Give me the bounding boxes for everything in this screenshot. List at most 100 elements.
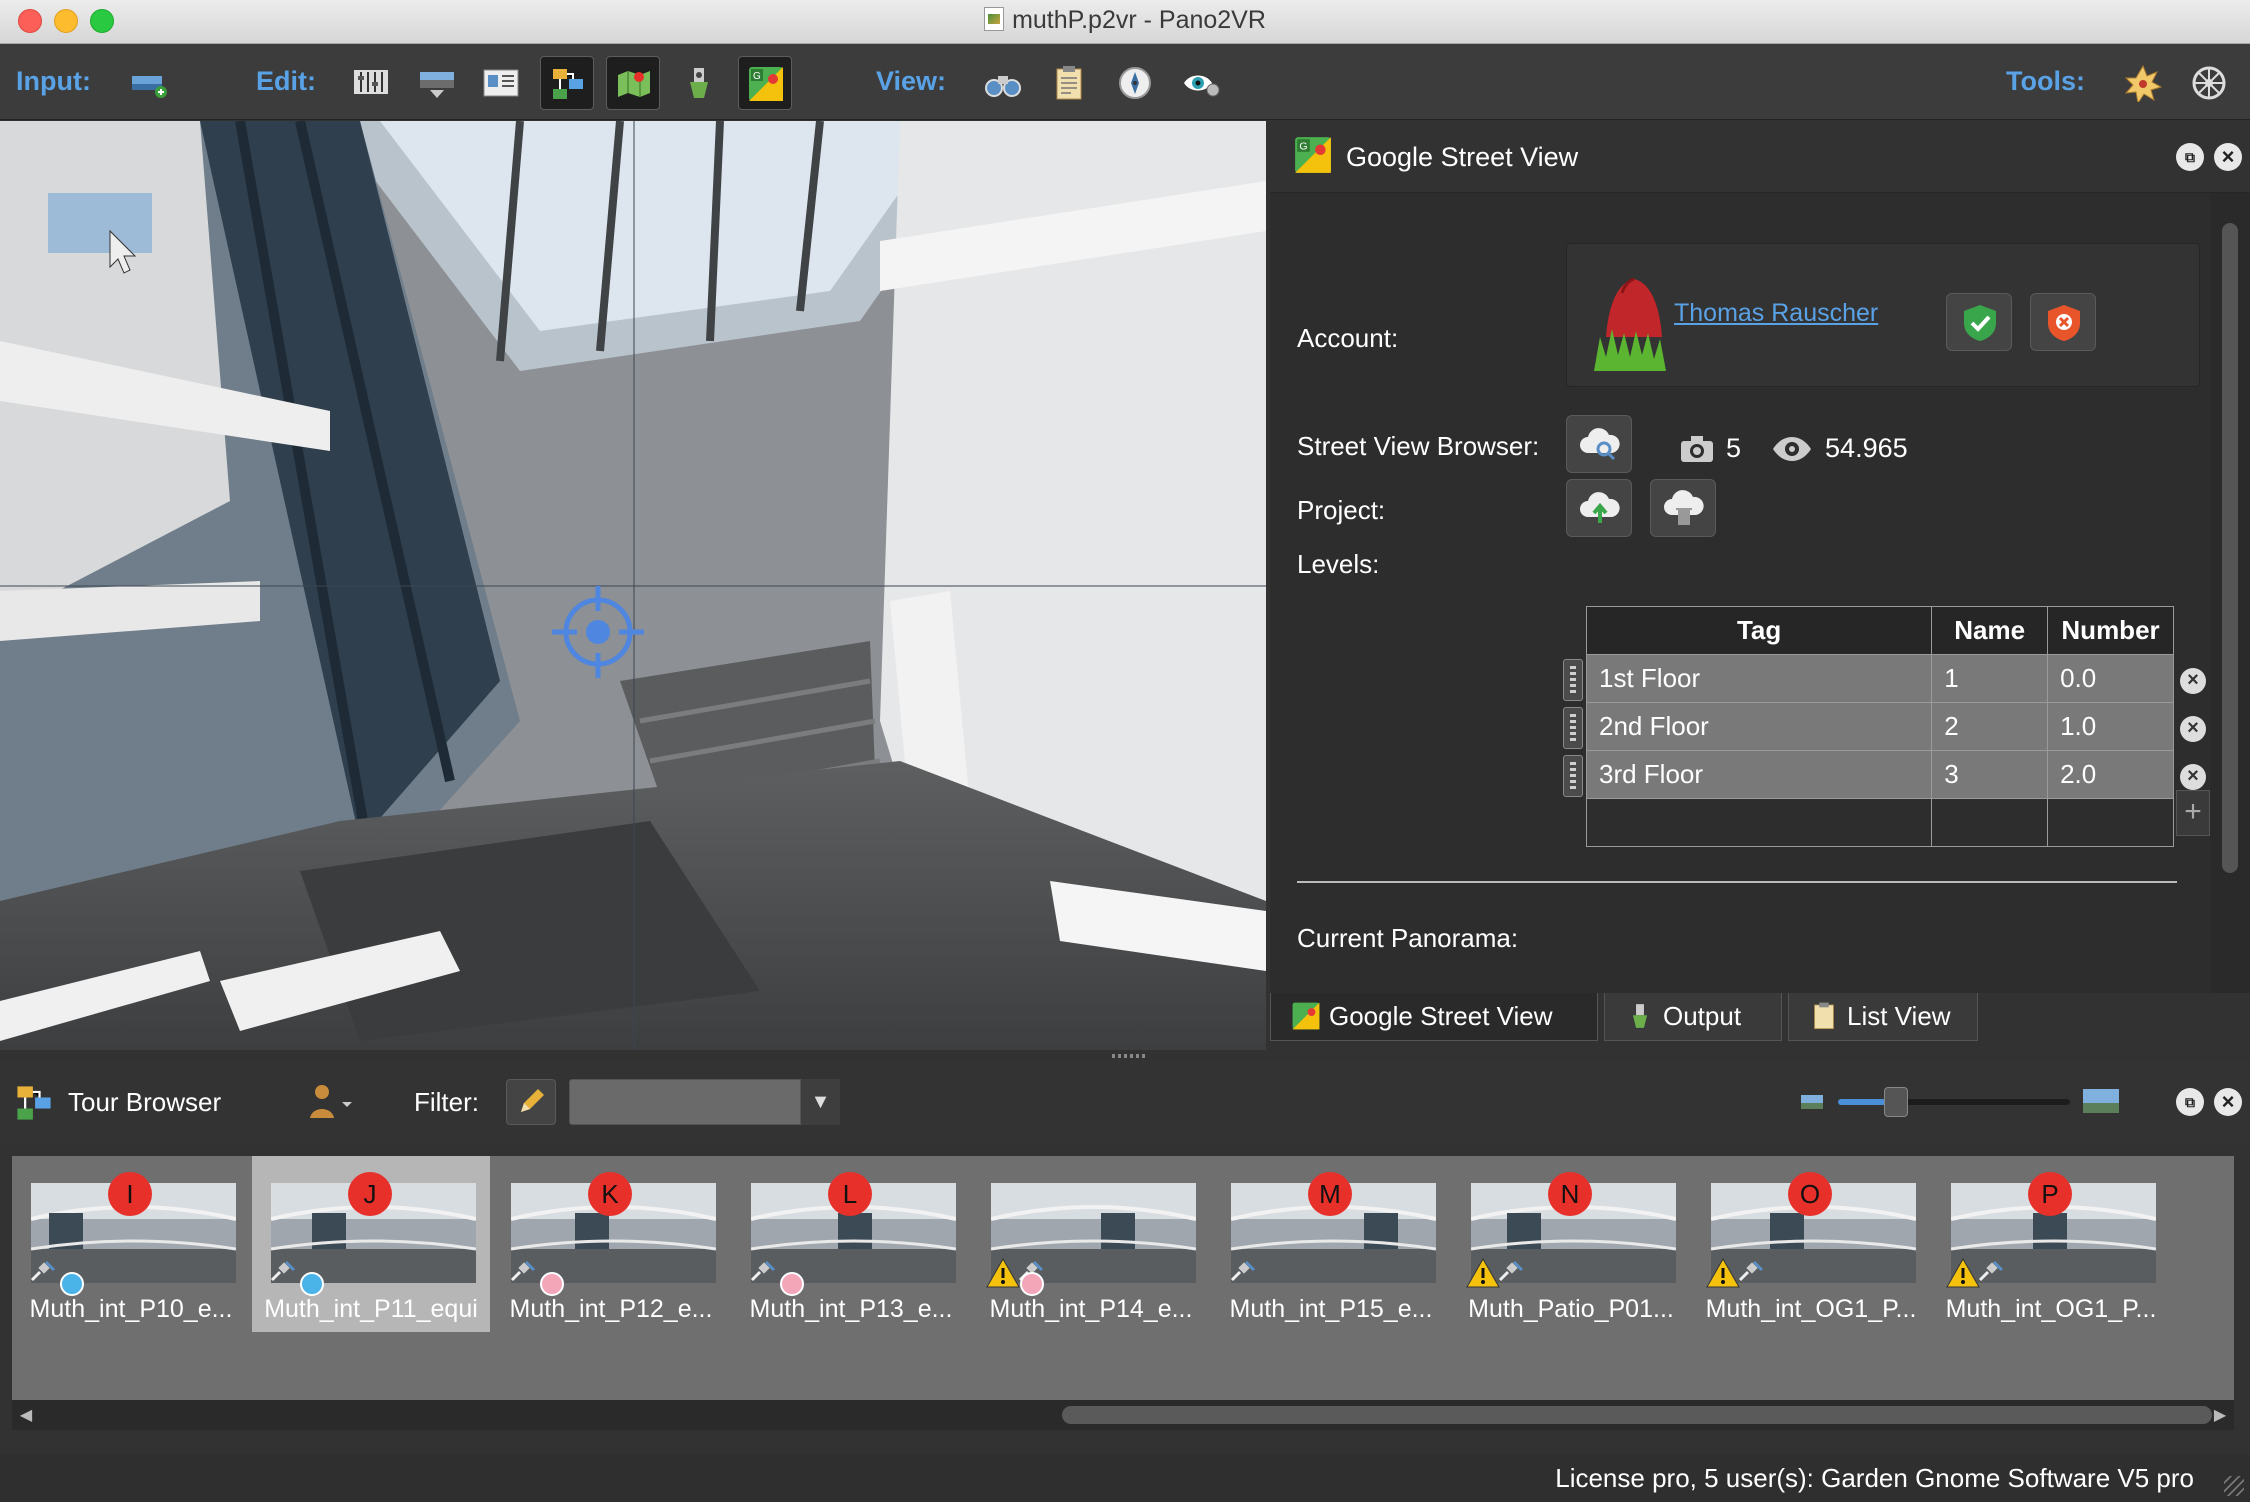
splitter-handle[interactable] — [1112, 1054, 1148, 1058]
close-panel-button[interactable]: × — [2214, 143, 2242, 171]
tab-list-view[interactable]: List View — [1788, 993, 1978, 1041]
cloud-trash-icon — [1664, 490, 1704, 525]
undock-panel-button[interactable]: ⧉ — [2176, 1088, 2204, 1116]
panorama-viewer[interactable] — [0, 121, 1266, 1050]
row-drag-handle[interactable] — [1563, 659, 1583, 701]
eye-gear-icon[interactable] — [1174, 56, 1228, 110]
tour-thumbnail-strip: I Muth_int_P10_e... J Muth_int_P11_equi K Mut… — [12, 1156, 2234, 1400]
slider-knob[interactable] — [1884, 1087, 1908, 1117]
input-label: Input: — [16, 66, 91, 96]
tour-thumbnail[interactable]: N Muth_Patio_P01... — [1452, 1156, 1690, 1332]
output-icon — [1632, 1004, 1648, 1028]
animation-icon[interactable] — [672, 56, 726, 110]
level-empty-cell[interactable] — [2047, 798, 2174, 847]
add-row-button[interactable]: + — [2176, 790, 2210, 836]
satellite-icon — [1978, 1260, 2004, 1282]
tab-google-street-view[interactable]: Google Street View — [1270, 993, 1598, 1041]
tour-thumbnail[interactable]: L Muth_int_P13_e... — [732, 1156, 970, 1332]
thumbnail-label: Muth_int_P10_e... — [29, 1295, 233, 1323]
tour-thumbnail[interactable]: M Muth_int_P15_e... — [1212, 1156, 1450, 1332]
street-view-browser-button[interactable] — [1566, 415, 1632, 473]
properties-icon[interactable] — [474, 56, 528, 110]
svg-text:G: G — [1299, 141, 1307, 153]
add-panorama-icon[interactable] — [122, 56, 176, 110]
section-divider — [1297, 881, 2177, 883]
level-empty-cell[interactable] — [1585, 798, 1933, 847]
street-view-browser-label: Street View Browser: — [1297, 431, 1540, 461]
compass-icon[interactable] — [1108, 56, 1162, 110]
column-header-tag[interactable]: Tag — [1585, 606, 1933, 655]
binoculars-icon[interactable] — [976, 56, 1030, 110]
level-row: 1st Floor 1 0.0 — [1585, 654, 2174, 703]
level-name-cell[interactable]: 1 — [1931, 654, 2049, 703]
delete-row-icon[interactable]: × — [2180, 716, 2206, 742]
level-number-cell[interactable]: 0.0 — [2047, 654, 2174, 703]
user-menu-button[interactable] — [306, 1080, 356, 1124]
tour-map-icon[interactable] — [606, 56, 660, 110]
level-tag-cell[interactable]: 3rd Floor — [1585, 750, 1933, 799]
viewing-parameters-icon[interactable] — [344, 56, 398, 110]
google-street-view-icon: G — [1295, 137, 1331, 173]
level-number-cell[interactable]: 1.0 — [2047, 702, 2174, 751]
level-tag-cell[interactable]: 1st Floor — [1585, 654, 1933, 703]
row-drag-handle[interactable] — [1563, 707, 1583, 749]
cloud-upload-icon — [1580, 492, 1620, 523]
panorama-scene — [0, 121, 1266, 1050]
satellite-icon — [1498, 1260, 1524, 1282]
clipboard-icon[interactable] — [1042, 56, 1096, 110]
tour-thumbnail[interactable]: K Muth_int_P12_e... — [492, 1156, 730, 1332]
level-empty-cell[interactable] — [1931, 798, 2049, 847]
tools-label: Tools: — [2006, 66, 2085, 96]
status-dot — [300, 1272, 324, 1296]
tour-browser-icon[interactable] — [540, 56, 594, 110]
levels-table: Tag Name Number 1st Floor 1 0.0 2nd Floo… — [1585, 606, 2174, 847]
tools-burst-icon[interactable] — [2116, 56, 2170, 110]
status-dot — [780, 1272, 804, 1296]
level-tag-cell[interactable]: 2nd Floor — [1585, 702, 1933, 751]
tour-thumbnail[interactable]: O Muth_int_OG1_P... — [1692, 1156, 1930, 1332]
column-header-name[interactable]: Name — [1931, 606, 2049, 655]
level-number-cell[interactable]: 2.0 — [2047, 750, 2174, 799]
filter-combobox[interactable] — [569, 1079, 839, 1125]
level-name-cell[interactable]: 3 — [1931, 750, 2049, 799]
patch-icon[interactable] — [410, 56, 464, 110]
tour-browser-title: Tour Browser — [68, 1087, 222, 1117]
scrollbar-thumb[interactable] — [2222, 223, 2238, 873]
scroll-right-icon[interactable]: ▶ — [2210, 1405, 2230, 1425]
account-verified-button[interactable] — [1946, 293, 2012, 351]
scrollbar-thumb[interactable] — [1062, 1406, 2212, 1424]
filter-edit-button[interactable] — [506, 1079, 556, 1125]
column-header-number[interactable]: Number — [2047, 606, 2174, 655]
account-logout-button[interactable] — [2030, 293, 2096, 351]
project-upload-button[interactable] — [1566, 479, 1632, 537]
wheel-gear-icon[interactable] — [2182, 56, 2236, 110]
google-street-view-icon[interactable]: G — [738, 56, 792, 110]
tour-thumbnail[interactable]: J Muth_int_P11_equi — [252, 1156, 490, 1332]
account-name-link[interactable]: Thomas Rauscher — [1674, 299, 1878, 328]
map-pin-marker: P — [2028, 1172, 2072, 1216]
shield-x-icon — [2048, 305, 2080, 341]
close-panel-button[interactable]: × — [2214, 1088, 2242, 1116]
delete-row-icon[interactable]: × — [2180, 668, 2206, 694]
resize-grip[interactable] — [2224, 1476, 2244, 1496]
level-row: 3rd Floor 3 2.0 — [1585, 750, 2174, 799]
tour-horizontal-scrollbar[interactable]: ◀ ▶ — [12, 1400, 2234, 1430]
chevron-down-icon[interactable]: ▼ — [800, 1079, 840, 1125]
undock-panel-button[interactable]: ⧉ — [2176, 143, 2204, 171]
warning-icon — [1466, 1258, 1500, 1288]
row-drag-handle[interactable] — [1563, 755, 1583, 797]
project-delete-button[interactable] — [1650, 479, 1716, 537]
tab-output[interactable]: Output — [1604, 993, 1782, 1041]
gsv-panel-body: Account: Thomas Rauscher Street View Bro… — [1270, 193, 2210, 993]
gsv-vertical-scrollbar[interactable] — [2210, 193, 2250, 993]
thumbnail-size-slider[interactable] — [1838, 1087, 2070, 1117]
map-pin-marker: J — [348, 1172, 392, 1216]
tour-thumbnail[interactable]: Muth_int_P14_e... — [972, 1156, 1210, 1332]
delete-row-icon[interactable]: × — [2180, 764, 2206, 790]
tour-thumbnail[interactable]: I Muth_int_P10_e... — [12, 1156, 250, 1332]
scroll-left-icon[interactable]: ◀ — [16, 1405, 36, 1425]
tour-thumbnail[interactable]: P Muth_int_OG1_P... — [1932, 1156, 2170, 1332]
satellite-icon — [510, 1260, 536, 1282]
user-dropdown-icon — [310, 1085, 352, 1118]
level-name-cell[interactable]: 2 — [1931, 702, 2049, 751]
